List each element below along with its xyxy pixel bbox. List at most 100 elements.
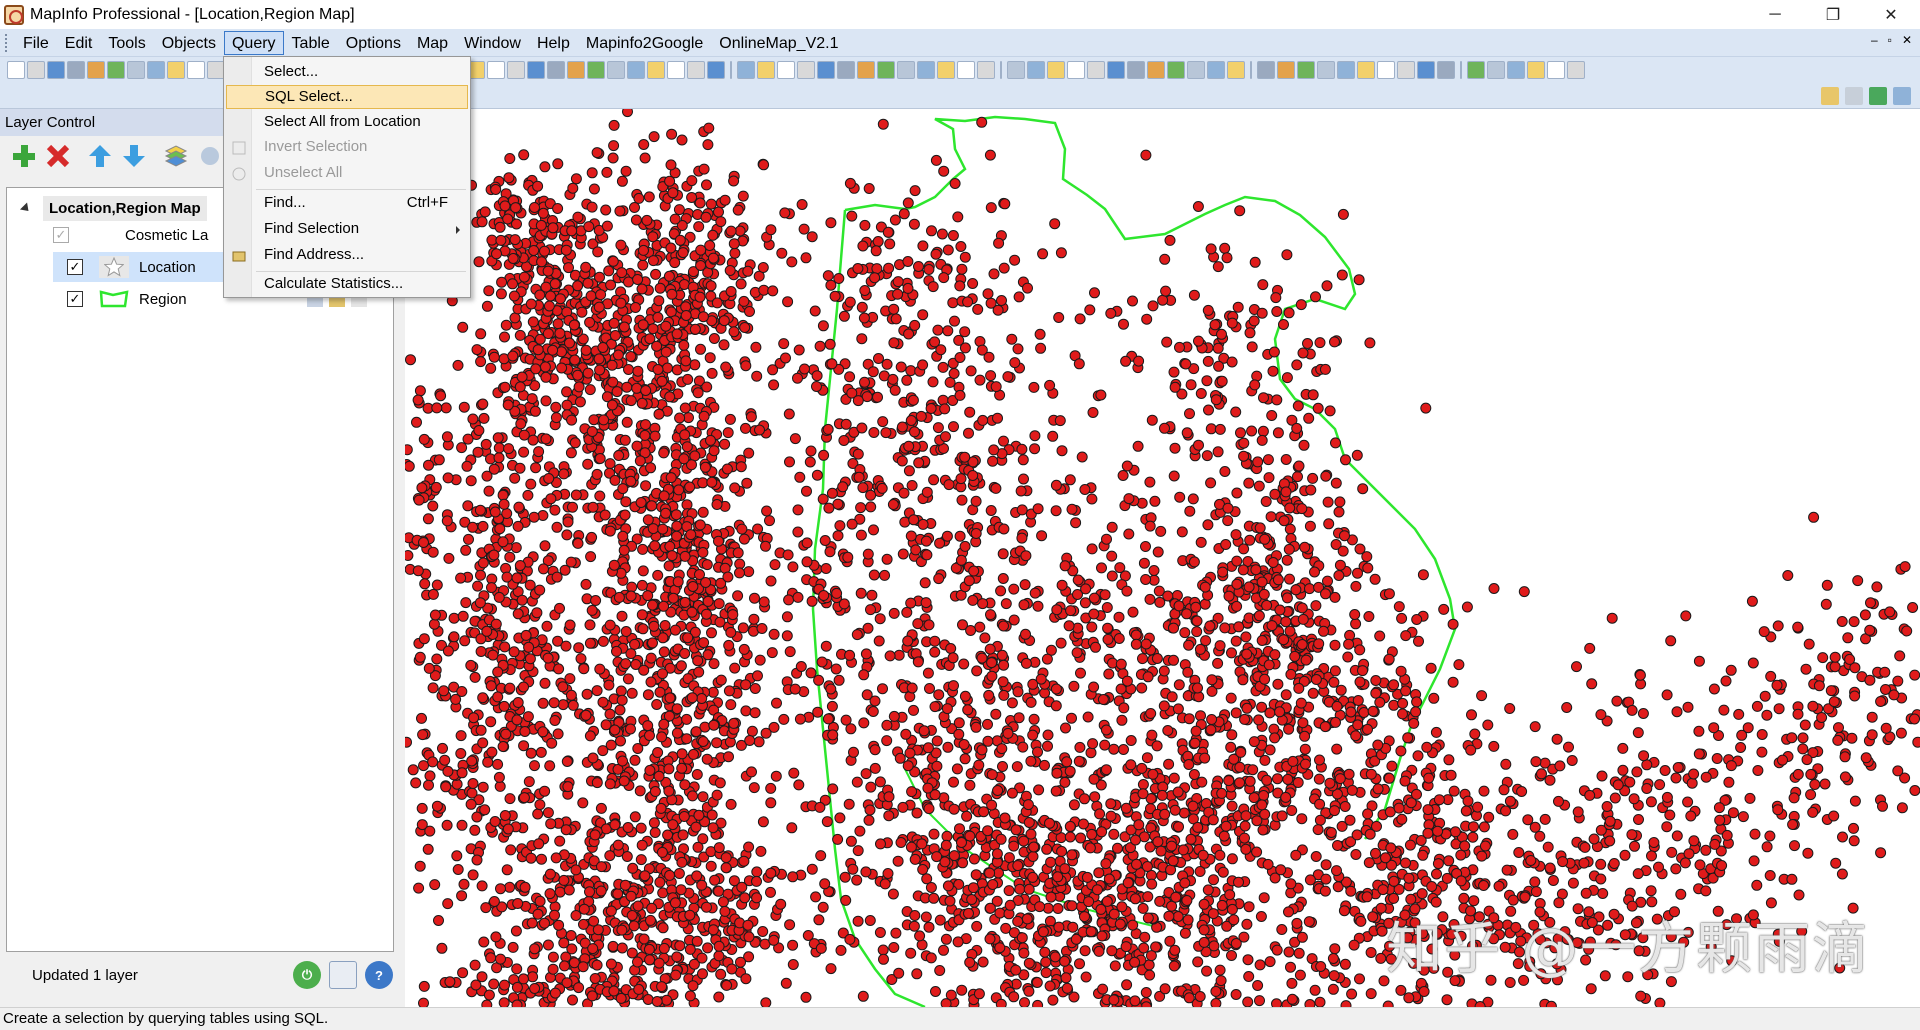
location-point[interactable] — [914, 930, 926, 942]
location-point[interactable] — [561, 386, 573, 398]
location-point[interactable] — [852, 263, 864, 274]
toolbar-tool-icon[interactable] — [937, 61, 955, 79]
location-point[interactable] — [869, 762, 881, 774]
location-point[interactable] — [1061, 756, 1073, 768]
location-point[interactable] — [465, 798, 477, 810]
location-point[interactable] — [536, 256, 548, 268]
location-point[interactable] — [468, 712, 480, 724]
location-point[interactable] — [488, 896, 500, 907]
location-point[interactable] — [934, 914, 946, 926]
location-point[interactable] — [681, 733, 693, 745]
location-point[interactable] — [702, 139, 714, 151]
location-point[interactable] — [1120, 355, 1132, 367]
location-point[interactable] — [486, 746, 498, 758]
location-point[interactable] — [684, 481, 696, 493]
location-point[interactable] — [970, 869, 982, 881]
location-point[interactable] — [684, 943, 696, 955]
location-point[interactable] — [748, 782, 760, 794]
location-point[interactable] — [959, 251, 971, 263]
location-point[interactable] — [669, 257, 681, 269]
location-point[interactable] — [497, 741, 509, 752]
location-point[interactable] — [1312, 402, 1324, 414]
location-point[interactable] — [669, 213, 681, 225]
location-point[interactable] — [1297, 347, 1309, 359]
location-point[interactable] — [890, 313, 902, 325]
location-point[interactable] — [544, 760, 556, 772]
location-point[interactable] — [832, 530, 844, 542]
location-point[interactable] — [465, 659, 477, 671]
browser-tool-icon[interactable] — [1845, 87, 1863, 105]
location-point[interactable] — [909, 426, 920, 438]
location-point[interactable] — [860, 768, 872, 780]
location-point[interactable] — [1083, 896, 1095, 908]
location-point[interactable] — [1166, 691, 1178, 703]
map-window[interactable]: 知乎 @一方颗雨滴 — [405, 109, 1920, 1007]
help-icon[interactable]: ? — [365, 961, 393, 989]
location-point[interactable] — [1205, 243, 1217, 255]
location-point[interactable] — [1118, 318, 1129, 330]
location-point[interactable] — [495, 234, 507, 246]
location-point[interactable] — [787, 561, 799, 573]
location-point[interactable] — [740, 360, 752, 372]
location-point[interactable] — [945, 643, 957, 654]
location-point[interactable] — [701, 901, 712, 913]
location-point[interactable] — [616, 610, 628, 622]
location-point[interactable] — [486, 582, 497, 594]
toolbar-tool-icon[interactable] — [1507, 61, 1525, 79]
location-point[interactable] — [500, 728, 512, 740]
location-point[interactable] — [637, 543, 649, 555]
location-point[interactable] — [913, 457, 925, 469]
location-point[interactable] — [865, 781, 877, 793]
location-point[interactable] — [673, 484, 685, 496]
location-point[interactable] — [1328, 676, 1340, 688]
location-point[interactable] — [1105, 307, 1117, 319]
location-point[interactable] — [1307, 687, 1319, 699]
location-point[interactable] — [906, 480, 918, 491]
location-point[interactable] — [616, 175, 628, 187]
location-point[interactable] — [1161, 336, 1173, 348]
location-point[interactable] — [882, 868, 894, 879]
location-point[interactable] — [856, 333, 868, 345]
location-point[interactable] — [508, 646, 520, 658]
toolbar-tool-icon[interactable] — [7, 61, 25, 79]
location-point[interactable] — [873, 635, 885, 647]
toolbar-tool-icon[interactable] — [1567, 61, 1585, 79]
location-point[interactable] — [1053, 921, 1065, 933]
location-point[interactable] — [1199, 581, 1211, 593]
location-point[interactable] — [630, 302, 641, 313]
location-point[interactable] — [1146, 414, 1158, 426]
location-point[interactable] — [671, 328, 683, 340]
location-point[interactable] — [1047, 430, 1059, 442]
location-point[interactable] — [877, 944, 889, 956]
location-point[interactable] — [1160, 285, 1172, 297]
location-point[interactable] — [938, 165, 950, 177]
location-point[interactable] — [455, 748, 467, 759]
location-point[interactable] — [1226, 317, 1238, 329]
location-point[interactable] — [992, 412, 1003, 424]
location-point[interactable] — [713, 535, 724, 547]
location-point[interactable] — [1231, 487, 1243, 499]
location-point[interactable] — [855, 529, 867, 541]
location-point[interactable] — [794, 471, 806, 483]
location-point[interactable] — [706, 367, 718, 379]
location-point[interactable] — [1167, 855, 1179, 867]
location-point[interactable] — [498, 700, 510, 712]
location-point[interactable] — [1187, 800, 1199, 812]
location-point[interactable] — [934, 965, 946, 976]
location-point[interactable] — [1206, 674, 1218, 686]
location-point[interactable] — [539, 361, 551, 373]
location-point[interactable] — [996, 743, 1008, 755]
location-point[interactable] — [776, 247, 788, 259]
location-point[interactable] — [430, 481, 442, 493]
location-point[interactable] — [1291, 359, 1303, 371]
location-point[interactable] — [647, 255, 659, 267]
location-point[interactable] — [970, 495, 982, 507]
location-point[interactable] — [953, 728, 965, 740]
location-point[interactable] — [1350, 618, 1362, 630]
location-point[interactable] — [688, 748, 699, 760]
location-point[interactable] — [739, 892, 751, 904]
location-point[interactable] — [964, 406, 976, 418]
location-point[interactable] — [1068, 799, 1080, 811]
location-point[interactable] — [1133, 355, 1145, 367]
location-point[interactable] — [522, 489, 534, 501]
